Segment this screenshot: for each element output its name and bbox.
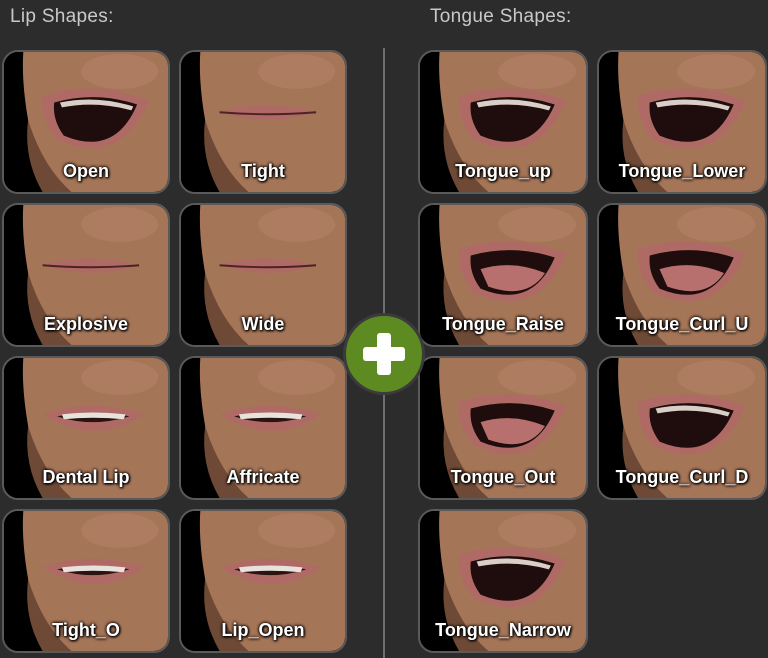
thumbnail-label: Tight bbox=[241, 161, 285, 181]
lip-shape-lip-open[interactable]: Lip_Open bbox=[179, 509, 347, 653]
lip-shapes-grid: Open Tight Explosive Wide Dental Lip Aff… bbox=[2, 50, 347, 653]
tongue-shape-tongue-curl-u[interactable]: Tongue_Curl_U bbox=[597, 203, 767, 347]
thumbnail-label: Tongue_Lower bbox=[618, 161, 746, 181]
thumbnail-label: Tongue_Narrow bbox=[435, 620, 571, 640]
plus-icon bbox=[363, 333, 405, 375]
tongue-shapes-title: Tongue Shapes: bbox=[430, 6, 572, 27]
thumbnail-label: Tongue_Curl_D bbox=[615, 467, 749, 487]
tongue-shapes-grid: Tongue_up Tongue_Lower Tongue_Raise Tong… bbox=[418, 50, 767, 653]
lip-shape-explosive[interactable]: Explosive bbox=[2, 203, 170, 347]
lip-shape-tight[interactable]: Tight bbox=[179, 50, 347, 194]
lip-shape-affricate[interactable]: Affricate bbox=[179, 356, 347, 500]
thumbnail-label: Lip_Open bbox=[221, 620, 305, 640]
thumbnail-label: Tongue_up bbox=[455, 161, 551, 181]
tongue-shape-tongue-narrow[interactable]: Tongue_Narrow bbox=[418, 509, 588, 653]
thumbnail-label: Tongue_Curl_U bbox=[615, 314, 749, 334]
thumbnail-label: Tight_O bbox=[52, 620, 120, 640]
tongue-shape-tongue-raise[interactable]: Tongue_Raise bbox=[418, 203, 588, 347]
tongue-shape-tongue-lower[interactable]: Tongue_Lower bbox=[597, 50, 767, 194]
lip-shape-dental-lip[interactable]: Dental Lip bbox=[2, 356, 170, 500]
thumbnail-label: Dental Lip bbox=[42, 467, 130, 487]
tongue-shape-tongue-out[interactable]: Tongue_Out bbox=[418, 356, 588, 500]
tongue-shape-tongue-curl-d[interactable]: Tongue_Curl_D bbox=[597, 356, 767, 500]
thumbnail-label: Wide bbox=[241, 314, 285, 334]
thumbnail-label: Explosive bbox=[43, 314, 129, 334]
lip-shape-open[interactable]: Open bbox=[2, 50, 170, 194]
lip-shapes-title: Lip Shapes: bbox=[10, 6, 114, 27]
thumbnail-label: Tongue_Raise bbox=[442, 314, 564, 334]
add-shape-button[interactable] bbox=[343, 313, 425, 395]
thumbnail-label: Affricate bbox=[226, 467, 300, 487]
lip-shape-tight-o[interactable]: Tight_O bbox=[2, 509, 170, 653]
tongue-shape-tongue-up[interactable]: Tongue_up bbox=[418, 50, 588, 194]
lip-shape-wide[interactable]: Wide bbox=[179, 203, 347, 347]
thumbnail-label: Open bbox=[62, 161, 109, 181]
thumbnail-label: Tongue_Out bbox=[450, 467, 556, 487]
